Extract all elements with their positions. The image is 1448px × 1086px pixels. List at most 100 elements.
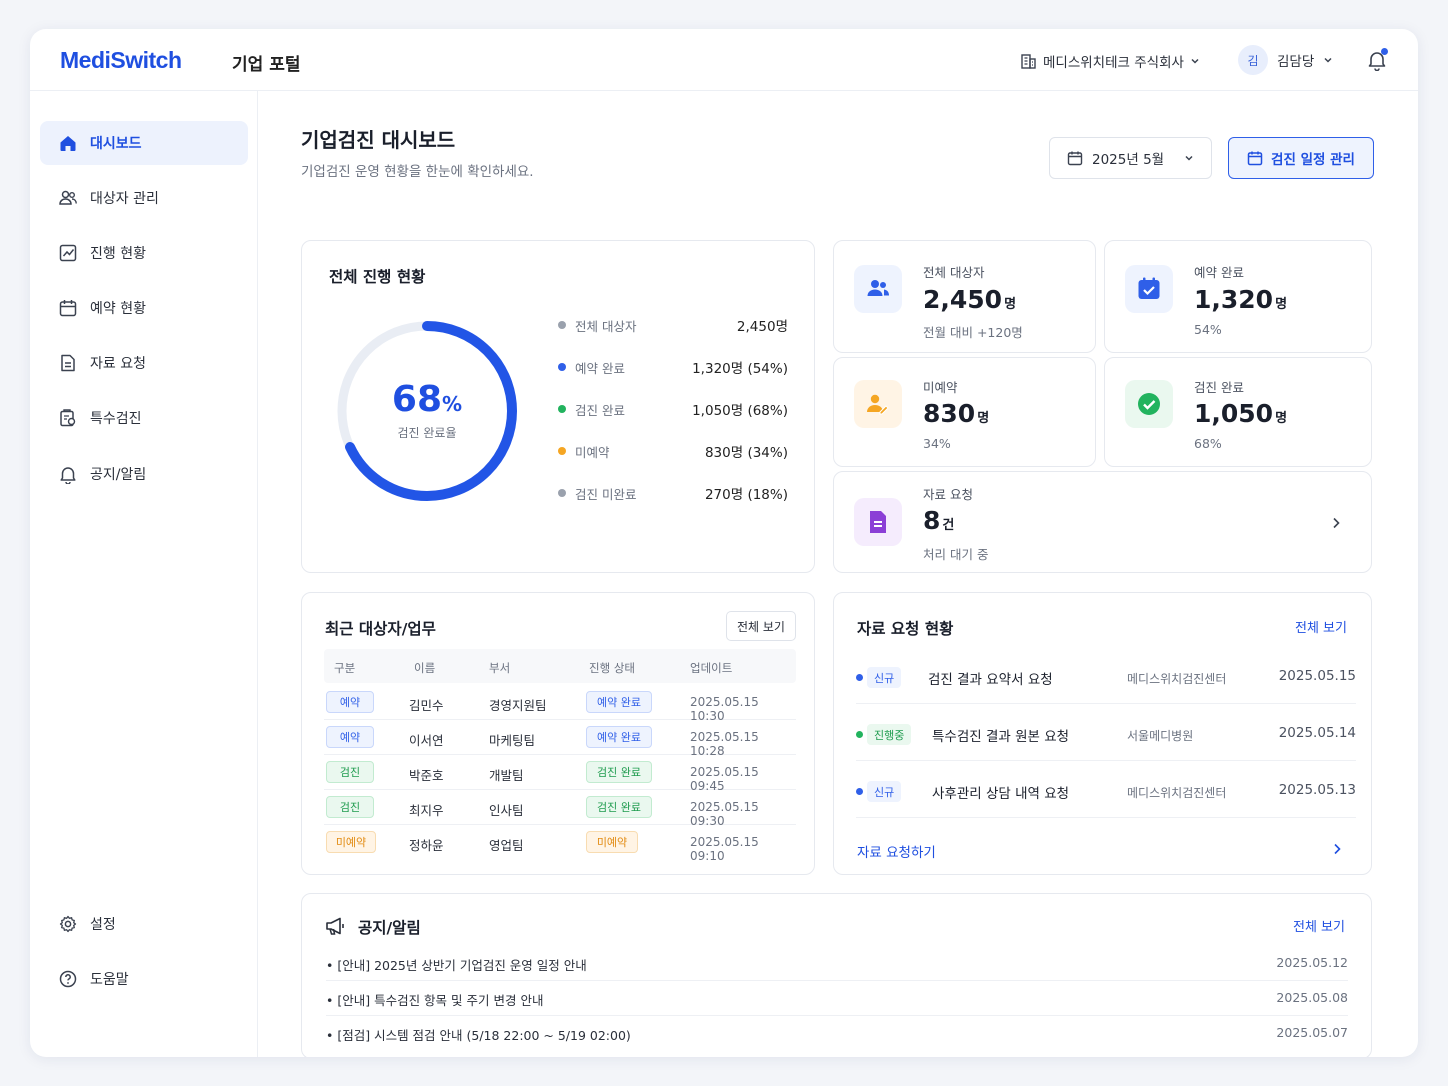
sidebar-item-requests[interactable]: 자료 요청 xyxy=(40,341,248,385)
sidebar-item-label: 특수검진 xyxy=(90,411,142,427)
view-all-button[interactable]: 전체 보기 xyxy=(726,611,796,641)
document-icon xyxy=(61,354,75,372)
type-badge: 검진 xyxy=(326,796,374,818)
legend-item: 검진 완료 1,050명 (68%) xyxy=(558,399,788,419)
chart-icon xyxy=(59,244,77,262)
sidebar-item-progress[interactable]: 진행 현황 xyxy=(40,231,248,275)
view-all-link[interactable]: 전체 보기 xyxy=(1293,916,1345,935)
chevron-down-icon xyxy=(1185,155,1193,161)
table-row[interactable]: 예약 김민수 경영지원팀 예약 완료 2025.05.15 10:30 xyxy=(324,685,796,723)
app-window: MediSwitch 기업 포털 메디스위치테크 주식회사 김 김담당 대시보드… xyxy=(30,29,1418,1057)
bell-icon xyxy=(60,467,76,484)
calendar-check-icon xyxy=(1125,265,1173,313)
type-badge: 검진 xyxy=(326,761,374,783)
stat-value: 1,050 명 xyxy=(1194,399,1288,428)
status-badge: 검진 완료 xyxy=(586,796,652,818)
table-row[interactable]: 검진 박준호 개발팀 검진 완료 2025.05.15 09:45 xyxy=(324,755,796,793)
check-circle-icon xyxy=(1125,380,1173,428)
stat-note: 34% xyxy=(923,436,951,451)
calendar-icon xyxy=(1067,151,1083,166)
sidebar-item-label: 자료 요청 xyxy=(90,356,146,372)
legend-item: 검진 미완료 270명 (18%) xyxy=(558,483,788,503)
list-item[interactable]: 신규 검진 결과 요약서 요청 메디스위치검진센터 2025.05.15 xyxy=(856,647,1356,704)
table-row[interactable]: 미예약 정하윤 영업팀 미예약 2025.05.15 09:10 xyxy=(324,825,796,863)
sidebar-item-special-checkup[interactable]: 특수검진 xyxy=(40,396,248,440)
sidebar-item-label: 대상자 관리 xyxy=(90,191,159,207)
sidebar-item-settings[interactable]: 설정 xyxy=(40,902,248,946)
data-requests-card: 자료 요청 현황 전체 보기 신규 검진 결과 요약서 요청 메디스위치검진센터… xyxy=(833,592,1372,875)
users-icon xyxy=(854,265,902,313)
legend-dot xyxy=(558,447,566,455)
notice-item[interactable]: • [안내] 2025년 상반기 기업검진 운영 일정 안내 2025.05.12 xyxy=(326,946,1348,981)
megaphone-icon xyxy=(326,917,344,935)
user-menu[interactable]: 김 김담당 xyxy=(1238,45,1333,75)
status-badge: 예약 완료 xyxy=(586,726,652,748)
notice-item[interactable]: • [안내] 특수검진 항목 및 주기 변경 안내 2025.05.08 xyxy=(326,981,1348,1016)
sidebar-item-label: 도움말 xyxy=(90,972,129,988)
donut-center: 68% 검진 완료율 xyxy=(332,316,522,506)
stat-note: 전월 대비 +120명 xyxy=(923,325,1023,340)
status-tag: 신규 xyxy=(867,667,902,688)
list-item[interactable]: 신규 사후관리 상담 내역 요청 메디스위치검진센터 2025.05.13 xyxy=(856,761,1356,818)
status-dot xyxy=(856,674,863,681)
top-bar: MediSwitch 기업 포털 메디스위치테크 주식회사 김 김담당 xyxy=(30,29,1418,91)
legend-item: 전체 대상자 2,450명 xyxy=(558,315,788,335)
list-item[interactable]: 진행중 특수검진 결과 원본 요청 서울메디병원 2025.05.14 xyxy=(856,704,1356,761)
sidebar-item-label: 대시보드 xyxy=(90,136,142,152)
legend-dot xyxy=(558,489,566,497)
overall-progress-card: 전체 진행 현황 68% 검진 완료율 전체 대상자 2,450명 예약 완료 1,… xyxy=(301,240,815,573)
sidebar-item-notices[interactable]: 공지/알림 xyxy=(40,452,248,496)
request-data-link[interactable]: 자료 요청하기 xyxy=(857,841,936,861)
sidebar-item-label: 진행 현황 xyxy=(90,246,146,262)
sidebar-item-dashboard[interactable]: 대시보드 xyxy=(40,121,248,165)
card-title: 전체 진행 현황 xyxy=(329,268,426,286)
status-tag: 신규 xyxy=(867,781,902,802)
notices-card: 공지/알림 전체 보기 • [안내] 2025년 상반기 기업검진 운영 일정 … xyxy=(301,893,1372,1057)
stat-label: 검진 완료 xyxy=(1194,380,1244,395)
stat-value: 2,450 명 xyxy=(923,285,1017,314)
company-selector[interactable]: 메디스위치테크 주식회사 xyxy=(1020,51,1200,71)
stat-card-reserved[interactable]: 예약 완료 1,320 명 54% xyxy=(1104,240,1372,353)
logo[interactable]: MediSwitch xyxy=(60,47,182,74)
status-badge: 검진 완료 xyxy=(586,761,652,783)
stat-label: 예약 완료 xyxy=(1194,265,1244,280)
help-icon xyxy=(59,970,77,988)
stat-card-requests[interactable]: 자료 요청 8건 처리 대기 중 xyxy=(833,471,1372,573)
month-selector[interactable]: 2025년 5월 xyxy=(1049,137,1212,179)
legend-item: 예약 완료 1,320명 (54%) xyxy=(558,357,788,377)
user-name: 김담당 xyxy=(1277,54,1315,70)
recent-tasks-card: 최근 대상자/업무 전체 보기 구분 이름 부서 진행 상태 업데이트 예약 김… xyxy=(301,592,815,875)
stat-card-done[interactable]: 검진 완료 1,050 명 68% xyxy=(1104,357,1372,467)
table-row[interactable]: 검진 최지우 인사팀 검진 완료 2025.05.15 09:30 xyxy=(324,790,796,828)
table-row[interactable]: 예약 이서연 마케팅팀 예약 완료 2025.05.15 10:28 xyxy=(324,720,796,758)
type-badge: 미예약 xyxy=(326,831,376,853)
legend-item: 미예약 830명 (34%) xyxy=(558,441,788,461)
gear-icon xyxy=(59,915,77,933)
stat-note: 68% xyxy=(1194,436,1222,451)
stat-label: 미예약 xyxy=(923,380,958,395)
stat-label: 전체 대상자 xyxy=(923,265,985,280)
notice-item[interactable]: • [점검] 시스템 점검 안내 (5/18 22:00 ~ 5/19 02:0… xyxy=(326,1016,1348,1051)
sidebar-item-label: 설정 xyxy=(90,917,116,933)
chevron-right-icon[interactable] xyxy=(1331,842,1343,856)
completion-percent: 68% xyxy=(391,378,463,420)
status-dot xyxy=(856,731,863,738)
sidebar-item-help[interactable]: 도움말 xyxy=(40,957,248,1001)
stat-card-total[interactable]: 전체 대상자 2,450 명 전월 대비 +120명 xyxy=(833,240,1096,353)
table-header: 구분 이름 부서 진행 상태 업데이트 xyxy=(324,649,796,683)
sidebar-item-reservations[interactable]: 예약 현황 xyxy=(40,286,248,330)
schedule-manage-button[interactable]: 검진 일정 관리 xyxy=(1228,137,1374,179)
chevron-right-icon[interactable] xyxy=(1330,516,1342,530)
clipboard-icon xyxy=(60,409,76,427)
notification-button[interactable] xyxy=(1366,48,1388,75)
sidebar-item-targets[interactable]: 대상자 관리 xyxy=(40,176,248,220)
user-edit-icon xyxy=(854,380,902,428)
calendar-icon xyxy=(59,300,77,317)
building-icon xyxy=(1021,54,1036,69)
sidebar: 대시보드 대상자 관리 진행 현황 예약 현황 자료 요청 특수검진 공지/알림 xyxy=(30,91,258,1057)
view-all-link[interactable]: 전체 보기 xyxy=(1295,617,1347,636)
stat-card-unreserved[interactable]: 미예약 830 명 34% xyxy=(833,357,1096,467)
status-badge: 미예약 xyxy=(586,831,638,853)
status-badge: 예약 완료 xyxy=(586,691,652,713)
sidebar-item-label: 예약 현황 xyxy=(90,301,146,317)
